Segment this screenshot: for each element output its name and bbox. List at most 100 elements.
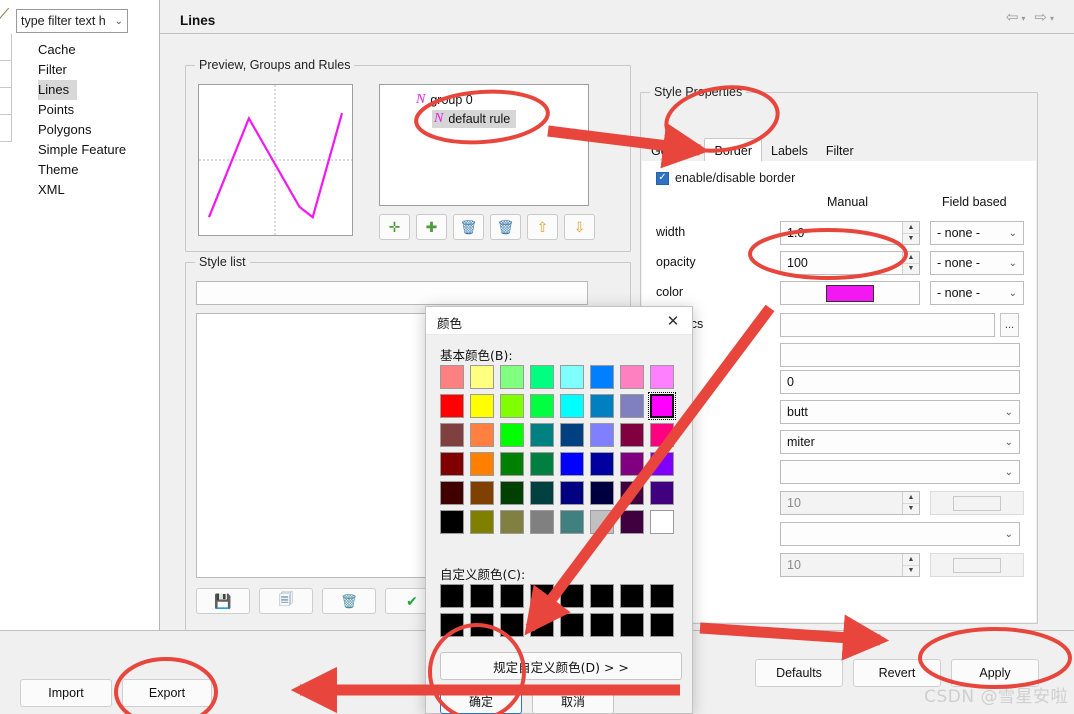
field-based-select[interactable]: - none - ⌄: [930, 281, 1024, 305]
rule-node[interactable]: Ndefault rule: [432, 110, 517, 128]
custom-color-cell[interactable]: [650, 584, 674, 608]
stepper[interactable]: ▲ ▼: [902, 492, 919, 514]
save-as-button[interactable]: 🗐: [259, 588, 313, 614]
custom-color-cell[interactable]: [470, 613, 494, 637]
close-icon[interactable]: ✕: [662, 311, 684, 331]
basic-color-cell[interactable]: [590, 452, 614, 476]
custom-color-cell[interactable]: [650, 613, 674, 637]
tab-labels[interactable]: Labels: [762, 140, 817, 162]
basic-color-cell[interactable]: [530, 423, 554, 447]
import-button[interactable]: Import: [20, 679, 112, 707]
enable-border-checkbox[interactable]: ✓: [656, 171, 669, 185]
rules-tree[interactable]: Ngroup 0 Ndefault rule: [379, 84, 589, 206]
move-down-button[interactable]: ⇩: [564, 214, 595, 240]
property-value-input[interactable]: 1.0 ▲ ▼: [780, 221, 920, 245]
basic-color-cell[interactable]: [440, 394, 464, 418]
basic-color-cell[interactable]: [470, 394, 494, 418]
stepper-up-icon[interactable]: ▲: [903, 492, 919, 504]
tab-filter[interactable]: Filter: [817, 140, 863, 162]
basic-color-cell[interactable]: [530, 481, 554, 505]
sidebar-item-polygons[interactable]: Polygons: [0, 120, 160, 140]
delete-rule-button[interactable]: 🗑: [453, 214, 484, 240]
basic-color-cell[interactable]: [440, 481, 464, 505]
arrow-right-icon[interactable]: ⇨: [1034, 10, 1047, 25]
custom-color-cell[interactable]: [530, 613, 554, 637]
basic-color-cell[interactable]: [650, 510, 674, 534]
forward-history-caret-icon[interactable]: ▾: [1050, 14, 1054, 23]
property-value-input[interactable]: 10 ▲ ▼: [780, 491, 920, 515]
basic-color-cell[interactable]: [530, 394, 554, 418]
property-value-input[interactable]: [780, 343, 1020, 367]
basic-color-cell[interactable]: [440, 510, 464, 534]
stepper-down-icon[interactable]: ▼: [903, 503, 919, 514]
add-rule-with-code-button[interactable]: ✛: [379, 214, 410, 240]
cancel-button[interactable]: 取消: [532, 688, 614, 714]
tab-border[interactable]: Border: [704, 138, 763, 163]
basic-color-cell[interactable]: [500, 452, 524, 476]
basic-color-cell[interactable]: [560, 394, 584, 418]
custom-color-cell[interactable]: [620, 613, 644, 637]
property-select[interactable]: miter ⌄: [780, 430, 1020, 454]
basic-color-cell[interactable]: [650, 423, 674, 447]
sidebar-item-theme[interactable]: Theme: [0, 160, 160, 180]
basic-color-cell[interactable]: [560, 365, 584, 389]
add-rule-button[interactable]: ✚: [416, 214, 447, 240]
basic-color-cell[interactable]: [440, 423, 464, 447]
custom-color-cell[interactable]: [560, 584, 584, 608]
defaults-button[interactable]: Defaults: [755, 659, 843, 687]
sidebar-item-simple-feature[interactable]: Simple Feature: [0, 140, 160, 160]
delete-group-button[interactable]: 🗑: [490, 214, 521, 240]
basic-color-cell[interactable]: [500, 510, 524, 534]
stepper-up-icon[interactable]: ▲: [903, 222, 919, 234]
style-list-search[interactable]: [196, 281, 588, 305]
stepper-down-icon[interactable]: ▼: [903, 263, 919, 274]
basic-color-cell[interactable]: [648, 392, 676, 420]
color-swatch-button[interactable]: [780, 281, 920, 305]
basic-color-cell[interactable]: [530, 365, 554, 389]
field-based-select[interactable]: - none - ⌄: [930, 221, 1024, 245]
custom-color-cell[interactable]: [500, 613, 524, 637]
basic-color-cell[interactable]: [650, 481, 674, 505]
basic-color-cell[interactable]: [470, 452, 494, 476]
field-based-select[interactable]: - none - ⌄: [930, 251, 1024, 275]
stepper-up-icon[interactable]: ▲: [903, 252, 919, 264]
custom-color-cell[interactable]: [440, 584, 464, 608]
custom-color-cell[interactable]: [560, 613, 584, 637]
basic-color-cell[interactable]: [470, 510, 494, 534]
sidebar-item-points[interactable]: Points: [0, 100, 160, 120]
export-button[interactable]: Export: [122, 679, 212, 707]
basic-color-cell[interactable]: [470, 365, 494, 389]
custom-color-cell[interactable]: [590, 613, 614, 637]
basic-color-cell[interactable]: [560, 452, 584, 476]
custom-color-cell[interactable]: [470, 584, 494, 608]
custom-color-cell[interactable]: [500, 584, 524, 608]
basic-color-cell[interactable]: [560, 423, 584, 447]
basic-color-cell[interactable]: [620, 423, 644, 447]
basic-color-cell[interactable]: [650, 365, 674, 389]
sidebar-item-lines[interactable]: Lines: [38, 80, 78, 100]
basic-color-cell[interactable]: [620, 510, 644, 534]
stepper[interactable]: ▲ ▼: [902, 222, 919, 244]
sidebar-item-filter[interactable]: Filter: [0, 60, 160, 80]
basic-color-cell[interactable]: [650, 452, 674, 476]
custom-color-cell[interactable]: [590, 584, 614, 608]
stepper[interactable]: ▲ ▼: [902, 554, 919, 576]
save-button[interactable]: 💾: [196, 588, 250, 614]
custom-color-cell[interactable]: [440, 613, 464, 637]
basic-color-cell[interactable]: [530, 452, 554, 476]
arrow-left-icon[interactable]: ⇦: [1006, 10, 1019, 25]
ok-button[interactable]: 确定: [440, 688, 522, 714]
stepper-up-icon[interactable]: ▲: [903, 554, 919, 566]
basic-color-cell[interactable]: [500, 394, 524, 418]
basic-color-cell[interactable]: [440, 365, 464, 389]
basic-color-cell[interactable]: [530, 510, 554, 534]
basic-color-cell[interactable]: [590, 365, 614, 389]
basic-color-cell[interactable]: [470, 423, 494, 447]
browse-button[interactable]: ...: [1000, 313, 1019, 337]
property-select[interactable]: ⌄: [780, 522, 1020, 546]
basic-color-cell[interactable]: [620, 452, 644, 476]
sidebar-item-xml[interactable]: XML: [0, 180, 160, 200]
back-history-caret-icon[interactable]: ▾: [1021, 14, 1025, 23]
graphics-input[interactable]: [780, 313, 995, 337]
tab-general[interactable]: General: [642, 140, 704, 162]
